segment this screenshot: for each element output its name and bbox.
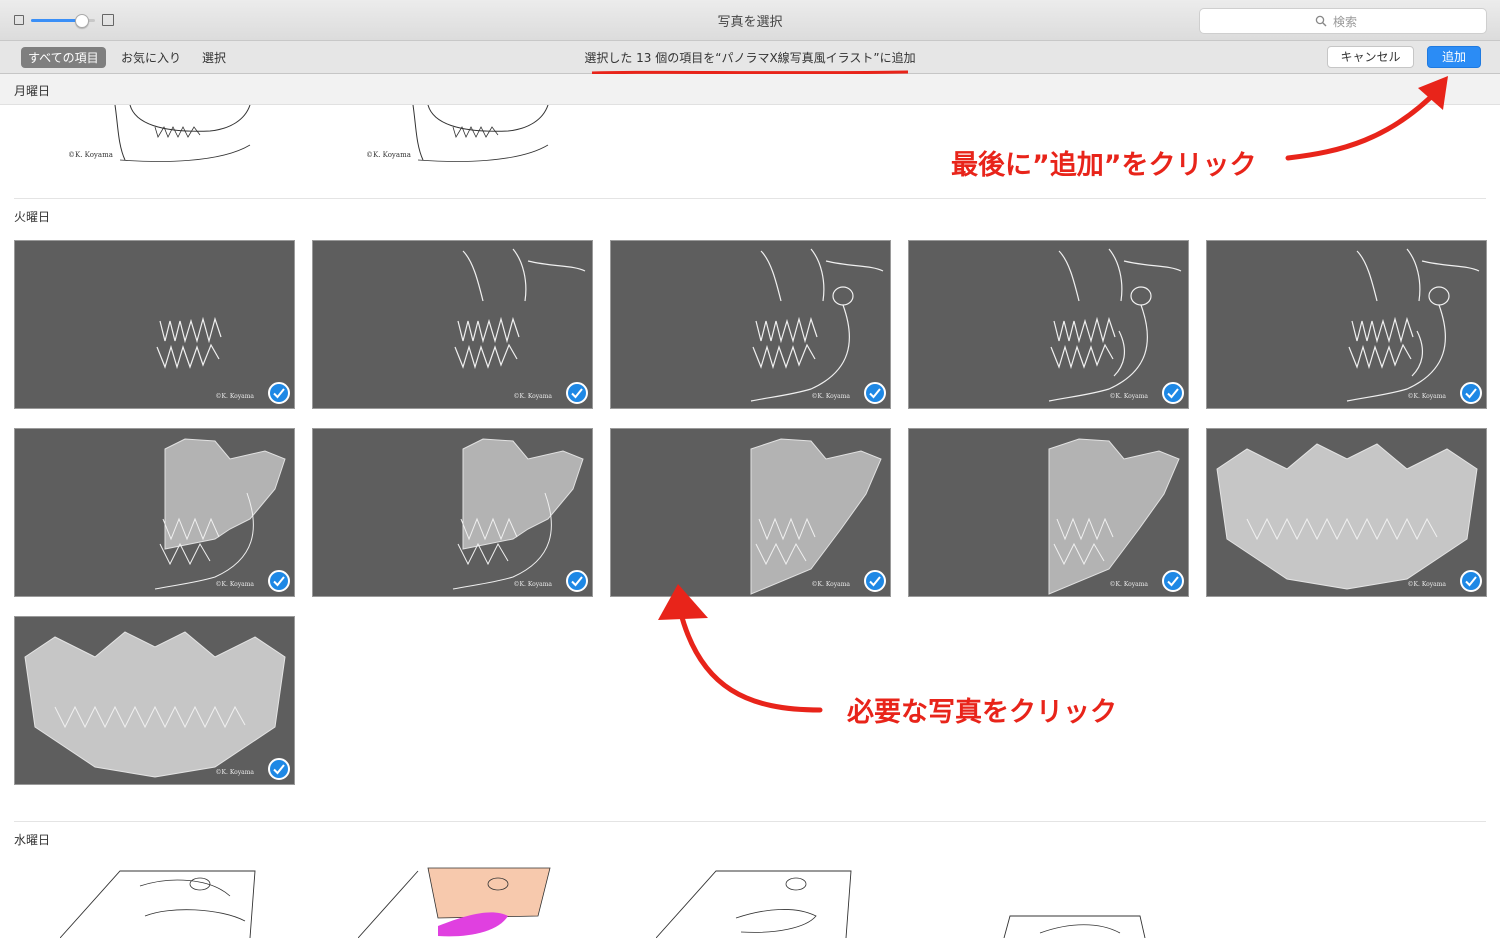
wednesday-photo-4[interactable] xyxy=(990,908,1150,938)
section-header-monday: 月曜日 xyxy=(0,74,1500,105)
monday-photo-2[interactable]: ©K. Koyama xyxy=(358,105,558,165)
checkmark-icon[interactable] xyxy=(566,570,588,592)
copyright-label: ©K. Koyama xyxy=(215,581,254,588)
annotation-select-hint: 必要な写真をクリック xyxy=(847,697,1117,728)
copyright-label: ©K. Koyama xyxy=(68,151,113,159)
copyright-label: ©K. Koyama xyxy=(215,769,254,776)
add-button[interactable]: 追加 xyxy=(1427,46,1481,68)
cancel-button[interactable]: キャンセル xyxy=(1327,46,1414,68)
panoramic-xray-illustration xyxy=(750,248,884,402)
search-placeholder: 検索 xyxy=(1333,15,1358,29)
panoramic-xray-illustration xyxy=(156,316,222,370)
annotation-add-hint: 最後に”追加”をクリック xyxy=(951,150,1257,181)
checkmark-icon[interactable] xyxy=(566,382,588,404)
checkmark-icon[interactable] xyxy=(268,758,290,780)
checkmark-icon[interactable] xyxy=(1162,382,1184,404)
tuesday-photo-7[interactable]: ©K. Koyama xyxy=(312,428,593,597)
copyright-label: ©K. Koyama xyxy=(513,393,552,400)
copyright-label: ©K. Koyama xyxy=(811,393,850,400)
tuesday-photo-10[interactable]: ©K. Koyama xyxy=(1206,428,1487,597)
panoramic-xray-illustration xyxy=(1048,438,1180,595)
search-field[interactable]: 検索 xyxy=(1199,8,1487,34)
search-icon xyxy=(1315,15,1327,27)
checkmark-icon[interactable] xyxy=(268,382,290,404)
panoramic-xray-illustration xyxy=(1048,248,1182,402)
tuesday-photo-8[interactable]: ©K. Koyama xyxy=(610,428,891,597)
section-title-monday: 月曜日 xyxy=(14,84,51,98)
checkmark-icon[interactable] xyxy=(1460,382,1482,404)
tuesday-photo-2[interactable]: ©K. Koyama xyxy=(312,240,593,409)
panoramic-xray-illustration xyxy=(154,438,286,590)
section-title-wednesday: 水曜日 xyxy=(14,833,51,847)
panoramic-xray-illustration xyxy=(454,248,586,370)
window-titlebar: 写真を選択 検索 xyxy=(0,0,1500,41)
panoramic-xray-illustration xyxy=(24,631,286,778)
copyright-label: ©K. Koyama xyxy=(366,151,411,159)
tuesday-photo-3[interactable]: ©K. Koyama xyxy=(610,240,891,409)
section-divider xyxy=(14,821,1486,822)
checkmark-icon[interactable] xyxy=(1460,570,1482,592)
copyright-label: ©K. Koyama xyxy=(1109,393,1148,400)
tuesday-photo-4[interactable]: ©K. Koyama xyxy=(908,240,1189,409)
checkmark-icon[interactable] xyxy=(864,382,886,404)
tuesday-photo-11[interactable]: ©K. Koyama xyxy=(14,616,295,785)
panoramic-xray-illustration xyxy=(1216,443,1478,590)
checkmark-icon[interactable] xyxy=(1162,570,1184,592)
selection-status-text: 選択した 13 個の項目を“パノラマX線写真風イラスト”に追加 xyxy=(584,51,916,65)
copyright-label: ©K. Koyama xyxy=(215,393,254,400)
monday-photo-1[interactable]: ©K. Koyama xyxy=(60,105,260,165)
panoramic-xray-illustration xyxy=(750,438,882,595)
wednesday-photo-1[interactable] xyxy=(60,866,260,938)
checkmark-icon[interactable] xyxy=(268,570,290,592)
tuesday-photo-9[interactable]: ©K. Koyama xyxy=(908,428,1189,597)
copyright-label: ©K. Koyama xyxy=(1407,581,1446,588)
section-title-tuesday: 火曜日 xyxy=(14,210,51,224)
copyright-label: ©K. Koyama xyxy=(1407,393,1446,400)
copyright-label: ©K. Koyama xyxy=(1109,581,1148,588)
wednesday-photo-2[interactable] xyxy=(358,866,558,938)
checkmark-icon[interactable] xyxy=(864,570,886,592)
arrow-to-photo-annotation xyxy=(658,584,823,713)
tuesday-photo-5[interactable]: ©K. Koyama xyxy=(1206,240,1487,409)
arrow-to-add-annotation xyxy=(1285,76,1448,161)
panoramic-xray-illustration xyxy=(1346,248,1480,402)
copyright-label: ©K. Koyama xyxy=(513,581,552,588)
tuesday-photo-6[interactable]: ©K. Koyama xyxy=(14,428,295,597)
panoramic-xray-illustration xyxy=(452,438,584,590)
wednesday-photo-3[interactable] xyxy=(656,866,856,938)
tuesday-photo-1[interactable]: ©K. Koyama xyxy=(14,240,295,409)
section-divider xyxy=(14,198,1486,199)
